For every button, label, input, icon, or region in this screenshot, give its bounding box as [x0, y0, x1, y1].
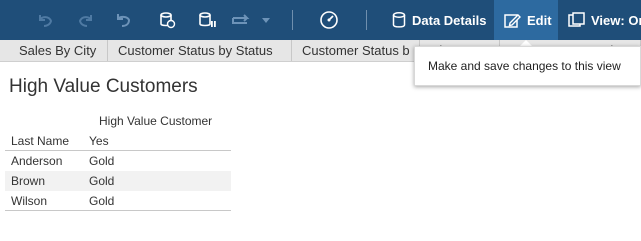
database-icon [392, 11, 406, 29]
refresh-icon[interactable] [155, 8, 179, 32]
tab-customer-status-by-status[interactable]: Customer Status by Status [108, 40, 292, 61]
data-details-label: Data Details [412, 12, 487, 28]
edit-icon [504, 12, 521, 29]
view-icon [568, 12, 585, 28]
table-bottom-divider [5, 210, 231, 211]
row-header: Last Name [11, 134, 70, 148]
view-label: View: Ori [591, 12, 641, 28]
view-button[interactable]: View: Ori [568, 0, 641, 40]
metrics-icon[interactable] [317, 8, 341, 32]
edit-button[interactable]: Edit [494, 0, 558, 40]
value-cell: Gold [89, 154, 115, 168]
value-cell: Gold [89, 194, 115, 208]
table-row[interactable]: Anderson Gold [5, 151, 231, 171]
edit-label: Edit [527, 12, 552, 28]
data-details-button[interactable]: Data Details [392, 0, 486, 40]
column-value-header: Yes [89, 134, 109, 148]
last-name-cell: Brown [11, 174, 46, 188]
table-row[interactable]: Brown Gold [5, 171, 231, 191]
edit-tooltip: Make and save changes to this view [414, 46, 641, 86]
undo-icon[interactable] [33, 8, 57, 32]
last-name-cell: Wilson [11, 194, 48, 208]
revert-icon[interactable] [112, 8, 136, 32]
tab-sales-by-city[interactable]: Sales By City [9, 40, 108, 61]
table-row[interactable]: Wilson Gold [5, 191, 231, 211]
table-body: Anderson Gold Brown Gold Wilson Gold [5, 151, 231, 211]
value-cell: Gold [89, 174, 115, 188]
tooltip-text: Make and save changes to this view [428, 59, 621, 73]
last-name-cell: Anderson [11, 154, 63, 168]
redo-icon[interactable] [74, 8, 98, 32]
toolbar: Data Details Edit View: Ori [0, 0, 641, 40]
column-header: High Value Customer [99, 114, 213, 128]
toolbar-divider [292, 10, 293, 30]
sheet-title: High Value Customers [9, 76, 198, 97]
toolbar-divider [366, 10, 367, 30]
tab-customer-status-b[interactable]: Customer Status b [292, 40, 420, 61]
pause-updates-icon[interactable] [195, 8, 219, 32]
dropdown-arrow-icon[interactable] [259, 8, 273, 32]
replay-icon[interactable] [229, 8, 253, 32]
